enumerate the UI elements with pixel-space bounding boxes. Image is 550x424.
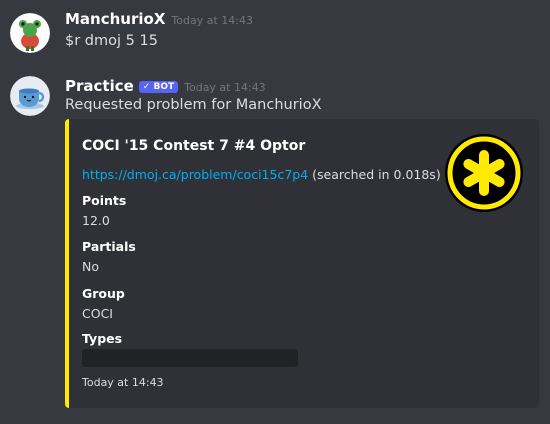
timestamp: Today at 14:43 — [184, 81, 266, 94]
embed-description: https://dmoj.ca/problem/coci15c7p4 (sear… — [82, 167, 441, 182]
problem-embed: COCI '15 Contest 7 #4 Optor https://dmoj… — [65, 119, 539, 408]
field-partials-value: No — [82, 259, 99, 274]
field-group-name: Group — [82, 286, 125, 301]
message-header: ManchurioX Today at 14:43 — [65, 9, 253, 28]
timestamp: Today at 14:43 — [171, 14, 253, 27]
field-types-name: Types — [82, 331, 123, 346]
username[interactable]: ManchurioX — [65, 10, 165, 28]
field-partials-name: Partials — [82, 239, 136, 254]
field-group-value: COCI — [82, 306, 113, 321]
field-points-value: 12.0 — [82, 213, 110, 228]
types-spoiler[interactable] — [82, 349, 298, 367]
dmoj-asterisk-logo-icon[interactable] — [444, 133, 524, 213]
teacup-avatar-icon[interactable] — [10, 76, 50, 116]
embed-title: COCI '15 Contest 7 #4 Optor — [82, 138, 306, 154]
bot-tag: ✓ BOT — [138, 81, 179, 93]
username[interactable]: Practice — [65, 77, 134, 95]
search-time: (searched in 0.018s) — [312, 167, 441, 182]
frog-avatar-icon[interactable] — [10, 13, 50, 53]
message-content: $r dmoj 5 15 — [65, 33, 158, 49]
message-header: Practice ✓ BOT Today at 14:43 — [65, 76, 266, 95]
problem-link[interactable]: https://dmoj.ca/problem/coci15c7p4 — [82, 167, 308, 182]
field-points-name: Points — [82, 193, 127, 208]
message-content: Requested problem for ManchurioX — [65, 97, 322, 113]
embed-footer-timestamp: Today at 14:43 — [82, 376, 164, 389]
